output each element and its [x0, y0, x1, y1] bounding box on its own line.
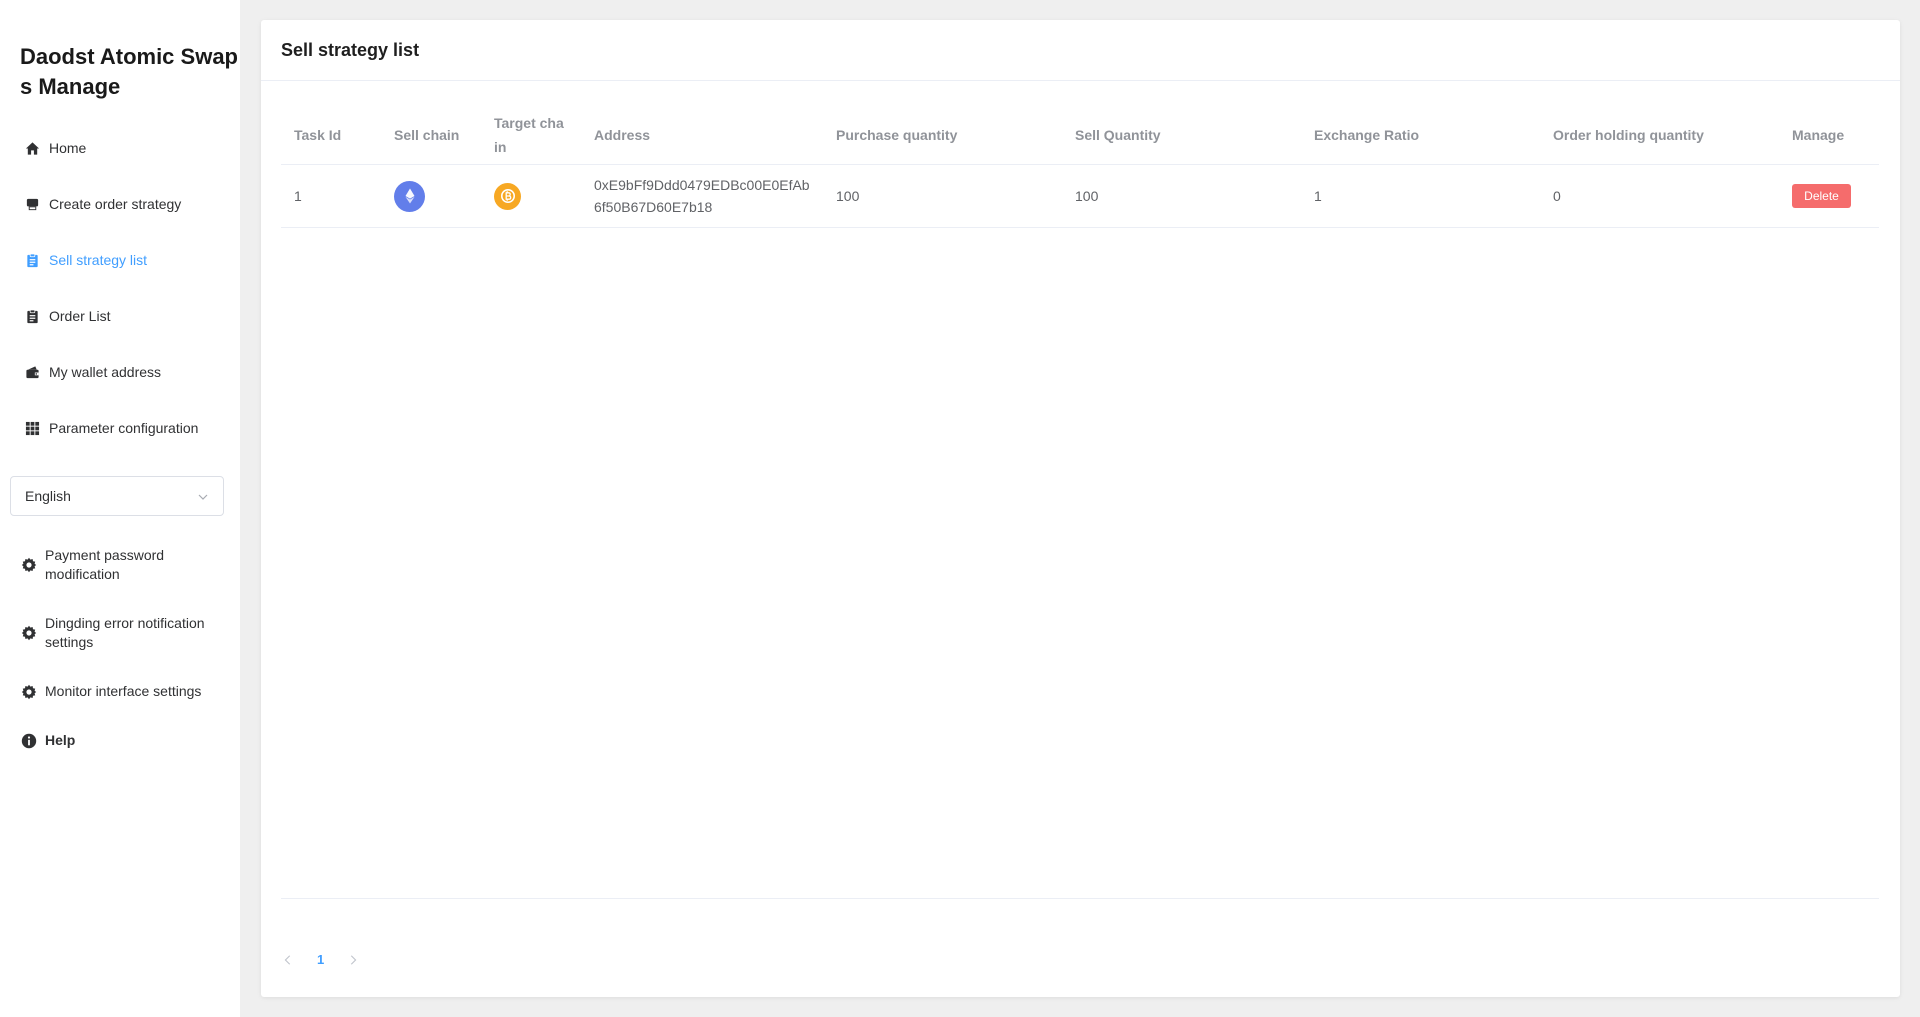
- delete-button[interactable]: Delete: [1792, 184, 1851, 208]
- strategy-table: Task Id Sell chain Target chain Address …: [281, 105, 1879, 228]
- sidebar: Daodst Atomic Swaps Manage Home Create o…: [0, 0, 240, 1017]
- sidebar-item-my-wallet-address[interactable]: My wallet address: [24, 360, 161, 384]
- sidebar-item-label: Home: [49, 140, 87, 156]
- table-row: 1 0xE9bFf9Ddd0479EDBc00E0EfAb6f50B67D60E…: [281, 165, 1879, 228]
- sidebar-item-label: My wallet address: [49, 364, 162, 380]
- table-header: Task Id Sell chain Target chain Address …: [281, 105, 1879, 165]
- table-footer-divider: [281, 898, 1879, 899]
- page-title: Sell strategy list: [261, 20, 1900, 81]
- pagination: 1: [281, 952, 360, 967]
- purchase-quantity-cell: 100: [836, 188, 860, 204]
- main-panel: Sell strategy list Task Id Sell chain Ta…: [261, 20, 1900, 997]
- settings-item-label: Dingding error notification settings: [45, 615, 205, 650]
- column-header-exchange-ratio: Exchange Ratio: [1314, 126, 1420, 143]
- wallet-icon: [24, 364, 40, 380]
- chevron-down-icon: [197, 490, 209, 502]
- column-header-address: Address: [594, 126, 651, 143]
- sidebar-item-label: Sell strategy list: [49, 252, 148, 268]
- bitcoin-icon: [494, 182, 521, 210]
- column-header-sell-quantity: Sell Quantity: [1075, 126, 1161, 143]
- clipboard-icon: [24, 308, 40, 324]
- language-select[interactable]: English: [10, 476, 224, 516]
- column-header-order-holding-quantity: Order holding quantity: [1553, 126, 1704, 143]
- settings-item-label: Monitor interface settings: [45, 683, 202, 699]
- settings-item-label: Payment password modification: [45, 547, 165, 582]
- sidebar-item-parameter-configuration[interactable]: Parameter configuration: [24, 416, 198, 440]
- next-page-icon[interactable]: [346, 953, 360, 967]
- sidebar-item-home[interactable]: Home: [24, 136, 86, 160]
- language-select-value: English: [25, 488, 71, 504]
- ethereum-icon: [394, 180, 425, 212]
- sidebar-item-label: Order List: [49, 308, 111, 324]
- gear-icon: [20, 557, 37, 574]
- sidebar-item-label: Create order strategy: [49, 196, 182, 212]
- column-header-target-chain: Target chain: [494, 114, 564, 155]
- app-title: Daodst Atomic Swaps Manage: [20, 44, 238, 99]
- sell-quantity-cell: 100: [1075, 188, 1099, 204]
- printer-icon: [24, 196, 40, 212]
- column-header-sell-chain: Sell chain: [394, 126, 460, 143]
- sidebar-item-create-order-strategy[interactable]: Create order strategy: [24, 192, 181, 216]
- gear-icon: [20, 625, 37, 642]
- settings-item-payment-password[interactable]: Payment password modification: [20, 546, 225, 584]
- page-number[interactable]: 1: [317, 952, 324, 967]
- clipboard-icon: [24, 252, 40, 268]
- order-holding-quantity-cell: 0: [1553, 188, 1561, 204]
- info-icon: [20, 732, 37, 749]
- exchange-ratio-cell: 1: [1314, 188, 1322, 204]
- manage-cell: Delete: [1779, 184, 1879, 208]
- settings-item-dingding-notification[interactable]: Dingding error notification settings: [20, 614, 225, 652]
- sidebar-item-label: Parameter configuration: [49, 420, 199, 436]
- column-header-task-id: Task Id: [294, 126, 342, 143]
- settings-item-monitor-interface[interactable]: Monitor interface settings: [20, 682, 225, 701]
- settings-item-help[interactable]: Help: [20, 731, 225, 750]
- gear-icon: [20, 683, 37, 700]
- grid-icon: [24, 420, 40, 436]
- column-header-manage: Manage: [1792, 126, 1845, 143]
- sidebar-item-order-list[interactable]: Order List: [24, 304, 110, 328]
- target-chain-cell: [481, 182, 581, 210]
- sidebar-item-sell-strategy-list[interactable]: Sell strategy list: [24, 248, 147, 272]
- settings-item-label: Help: [45, 732, 76, 748]
- prev-page-icon[interactable]: [281, 953, 295, 967]
- address-cell: 0xE9bFf9Ddd0479EDBc00E0EfAb6f50B67D60E7b…: [594, 177, 810, 215]
- home-icon: [24, 140, 40, 156]
- column-header-purchase-quantity: Purchase quantity: [836, 126, 958, 143]
- task-id-cell: 1: [294, 188, 302, 204]
- sell-chain-cell: [381, 180, 481, 212]
